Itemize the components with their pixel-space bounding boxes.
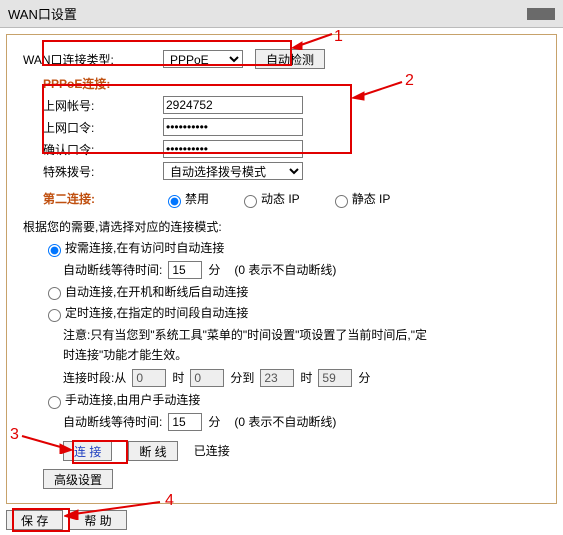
unit-min-3: 分 <box>208 413 220 430</box>
second-dynip-radio[interactable] <box>244 195 257 208</box>
to-hour-input[interactable] <box>260 369 294 387</box>
from-min-input[interactable] <box>190 369 224 387</box>
mode-intro: 根据您的需要,请选择对应的连接模式: <box>23 218 540 235</box>
password-row: 上网口令: <box>43 118 540 136</box>
mode-on-demand-radio[interactable] <box>48 244 61 257</box>
second-disable-option[interactable]: 禁用 <box>163 190 209 208</box>
idle-label-1: 自动断线等待时间: <box>63 261 162 278</box>
second-static-radio[interactable] <box>335 195 348 208</box>
account-input[interactable] <box>163 96 303 114</box>
idle-timeout-row-1: 自动断线等待时间: 分 (0 表示不自动断线) <box>63 261 540 279</box>
connect-button[interactable]: 连 接 <box>63 441 112 461</box>
pppoe-title: PPPoE连接: <box>43 75 540 92</box>
disconnect-button[interactable]: 断 线 <box>128 441 177 461</box>
connect-row: 连 接 断 线 已连接 <box>63 441 540 461</box>
idle-label-2: 自动断线等待时间: <box>63 413 162 430</box>
mode-manual-option[interactable]: 手动连接,由用户手动连接 <box>43 391 200 409</box>
hint-zero-2: (0 表示不自动断线) <box>234 413 336 430</box>
unit-hour-1: 时 <box>172 369 184 386</box>
second-static-option[interactable]: 静态 IP <box>330 190 391 208</box>
window-title: WAN口设置 <box>8 4 77 23</box>
idle-input-2[interactable] <box>168 413 202 431</box>
mode-timed-row: 定时连接,在指定的时间段自动连接 <box>43 304 540 322</box>
confirm-label: 确认口令: <box>43 141 163 158</box>
unit-min-2: 分 <box>358 369 370 386</box>
second-conn-title: 第二连接: <box>43 190 163 207</box>
second-conn-row: 第二连接: 禁用 动态 IP 静态 IP <box>43 190 540 208</box>
unit-min-1: 分 <box>208 261 220 278</box>
mode-timed-radio[interactable] <box>48 309 61 322</box>
window-titlebar: WAN口设置 <box>0 0 563 28</box>
mode-manual-radio[interactable] <box>48 396 61 409</box>
mode-auto-row: 自动连接,在开机和断线后自动连接 <box>43 283 540 301</box>
mode-timed-option[interactable]: 定时连接,在指定的时间段自动连接 <box>43 304 248 322</box>
dialmode-label: 特殊拨号: <box>43 163 163 180</box>
to-min-input[interactable] <box>318 369 352 387</box>
from-hour-input[interactable] <box>132 369 166 387</box>
window-control-icon[interactable] <box>527 8 555 20</box>
password-input[interactable] <box>163 118 303 136</box>
mode-auto-option[interactable]: 自动连接,在开机和断线后自动连接 <box>43 283 248 301</box>
help-button[interactable]: 帮 助 <box>69 510 126 530</box>
timed-note: 注意:只有当您到"系统工具"菜单的"时间设置"项设置了当前时间后,"定 时连接"… <box>63 326 540 364</box>
period-row: 连接时段:从 时 分到 时 分 <box>63 369 540 387</box>
hint-zero-1: (0 表示不自动断线) <box>234 261 336 278</box>
confirm-row: 确认口令: <box>43 140 540 158</box>
auto-detect-button[interactable]: 自动检测 <box>255 49 325 69</box>
idle-input-1[interactable] <box>168 261 202 279</box>
to-label: 分到 <box>230 369 254 386</box>
account-label: 上网帐号: <box>43 97 163 114</box>
save-button[interactable]: 保 存 <box>6 510 63 530</box>
advanced-row: 高级设置 <box>43 469 540 489</box>
second-dynip-option[interactable]: 动态 IP <box>239 190 300 208</box>
wan-type-label: WAN口连接类型: <box>23 51 163 68</box>
dialmode-select[interactable]: 自动选择拨号模式 <box>163 162 303 180</box>
advanced-button[interactable]: 高级设置 <box>43 469 113 489</box>
mode-manual-row: 手动连接,由用户手动连接 <box>43 391 540 409</box>
unit-hour-2: 时 <box>300 369 312 386</box>
main-panel: WAN口连接类型: PPPoE 自动检测 PPPoE连接: 上网帐号: 上网口令… <box>6 34 557 504</box>
wan-type-row: WAN口连接类型: PPPoE 自动检测 <box>23 49 540 69</box>
confirm-input[interactable] <box>163 140 303 158</box>
mode-on-demand-option[interactable]: 按需连接,在有访问时自动连接 <box>43 239 224 257</box>
bottom-bar: 保 存 帮 助 <box>6 510 563 530</box>
mode-on-demand-row: 按需连接,在有访问时自动连接 <box>43 239 540 257</box>
mode-auto-radio[interactable] <box>48 287 61 300</box>
dialmode-row: 特殊拨号: 自动选择拨号模式 <box>43 162 540 180</box>
connection-status: 已连接 <box>194 442 230 459</box>
password-label: 上网口令: <box>43 119 163 136</box>
second-disable-radio[interactable] <box>168 195 181 208</box>
period-label: 连接时段:从 <box>63 369 126 386</box>
wan-type-select[interactable]: PPPoE <box>163 50 243 68</box>
account-row: 上网帐号: <box>43 96 540 114</box>
idle-timeout-row-2: 自动断线等待时间: 分 (0 表示不自动断线) <box>63 413 540 431</box>
